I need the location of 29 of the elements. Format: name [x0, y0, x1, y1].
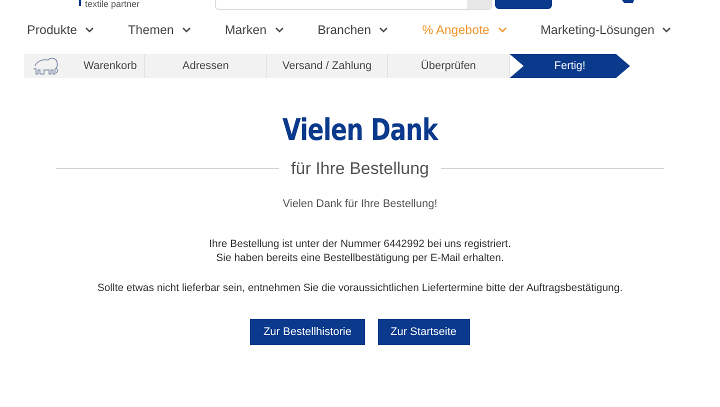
intro-text: Vielen Dank für Ihre Bestellung! — [282, 196, 438, 212]
order-text: Ihre Bestellung ist unter der Nummer 6442992 bei uns registriert. — [209, 237, 511, 251]
chevron-down-icon — [662, 27, 672, 33]
chevron-down-icon — [85, 27, 94, 33]
nav-item[interactable]: Produkte — [27, 20, 94, 40]
chevron-down-icon — [379, 27, 388, 33]
step-tab[interactable]: Versand / Zahlung — [266, 54, 388, 78]
nav-item[interactable]: Marketing-Lösungen — [540, 20, 672, 40]
chevron-down-icon — [182, 27, 191, 33]
page-title: Vielen Dank — [282, 116, 438, 146]
submit-button[interactable] — [495, 0, 552, 9]
elephant-icon — [32, 56, 60, 76]
chevron-down-icon — [274, 27, 284, 33]
search-button[interactable] — [467, 0, 491, 9]
step-tab[interactable]: Adressen — [145, 54, 267, 78]
step-tab[interactable]: Warenkorb — [24, 54, 146, 78]
cart-icon[interactable] — [622, 0, 634, 5]
nav-button[interactable]: Zur Startseite — [378, 319, 470, 345]
nav-item[interactable]: Themen — [128, 20, 191, 40]
step-tab[interactable]: Überprüfen — [388, 54, 510, 78]
chevron-down-icon — [498, 27, 507, 33]
nav-item[interactable]: Branchen — [318, 20, 388, 40]
nav-item[interactable]: Marken — [224, 20, 284, 40]
logo-tagline: textile partner — [85, 0, 140, 9]
page-subtitle: für Ihre Bestellung — [291, 158, 429, 180]
nav-button[interactable]: Zur Bestellhistorie — [250, 319, 364, 345]
confirmation-text: Sie haben bereits eine Bestellbestätigung per E-Mail erhalten. — [216, 251, 504, 265]
delivery-text: Sollte etwas nicht lieferbar sein, entnehmen Sie die voraussichtlichen Liefertermine bitte der Auftragsbestätigung. — [97, 281, 623, 295]
step-tab[interactable]: Fertig! — [510, 54, 630, 78]
